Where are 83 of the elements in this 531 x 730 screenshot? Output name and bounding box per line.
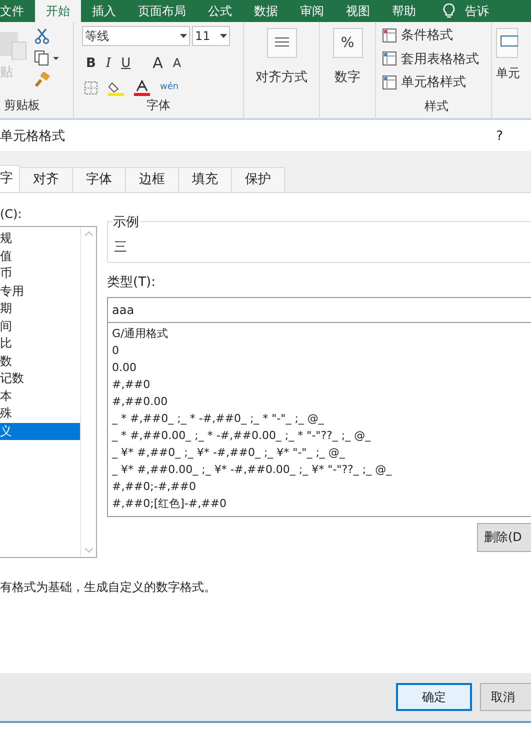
style-menu-button[interactable]: 单元格样式 [401,73,466,92]
cells-icon[interactable] [496,28,518,58]
number-button[interactable]: 数字 [334,68,360,88]
alignment-button[interactable]: 对齐方式 [256,68,308,88]
ribbon-tab[interactable]: 帮助 [381,0,427,22]
group-label: 剪贴板 [3,97,41,114]
category-item[interactable]: 专用 [0,282,80,300]
category-item[interactable]: 义 [0,422,80,440]
ribbon-tab[interactable]: 公式 [197,0,243,22]
dropdown-caret-icon[interactable] [180,34,187,38]
fill-color-icon[interactable] [108,80,124,96]
alignment-icon[interactable] [266,28,296,58]
format-item[interactable]: 0.00 [112,358,531,376]
dialog-tab[interactable]: 对齐 [20,167,73,192]
dialog-tab[interactable]: 保护 [232,167,285,192]
font-color-icon[interactable] [134,80,150,96]
format-item[interactable]: #,##0 [112,376,531,392]
category-item[interactable]: 规 [0,230,80,248]
category-list[interactable]: 规 值 币 专用 期 间 比 数 记数 本 殊 义 [0,226,97,558]
group-label: 样式 [424,98,450,114]
category-item[interactable]: 数 [0,352,80,370]
category-item[interactable]: 期 [0,300,80,318]
ribbon-tab[interactable]: 开始 [35,0,81,22]
format-painter-icon[interactable] [34,72,50,88]
ribbon-tab[interactable]: 文件 [0,0,35,22]
format-item[interactable]: _ * #,##0_ ;_ * -#,##0_ ;_ * "-"_ ;_ @_ [112,410,531,426]
format-item[interactable]: G/通用格式 [112,324,531,342]
style-menu-button[interactable]: 条件格式 [401,26,453,46]
shrink-font-button[interactable]: A [172,54,182,72]
ribbon-tab[interactable]: 视图 [335,0,381,22]
category-item[interactable]: 值 [0,248,80,265]
format-item[interactable]: 0 [112,342,531,358]
category-item[interactable]: 殊 [0,405,80,422]
format-item[interactable]: _ ¥* #,##0.00_ ;_ ¥* -#,##0.00_ ;_ ¥* "-"??_ ;_ @_ [112,460,531,478]
cancel-button[interactable]: 取消 [480,683,531,711]
category-label: (C): [0,206,23,223]
table-style-icon [382,74,398,91]
dropdown-caret-icon[interactable] [220,34,227,38]
font-size-field[interactable]: 11 [192,26,230,46]
table-style-icon [382,28,398,44]
grow-font-button[interactable]: A [152,52,163,74]
font-name-field[interactable]: 等线 [82,26,190,46]
lightbulb-icon [443,3,455,19]
ribbon-tab[interactable]: 数据 [243,0,289,22]
ribbon-tab[interactable]: 审阅 [289,0,335,22]
sample-value: 三 [114,239,127,257]
ribbon-tab[interactable]: 页面布局 [127,0,197,22]
format-item[interactable]: _ ¥* #,##0_ ;_ ¥* -#,##0_ ;_ ¥* "-"_ ;_ @_ [112,444,531,460]
dialog-tab[interactable]: 边框 [126,167,179,192]
format-item[interactable]: #,##0.00 [112,392,531,410]
dialog-tab[interactable]: 字 [0,165,20,192]
format-item[interactable]: _ * #,##0.00_ ;_ * -#,##0.00_ ;_ * "-"??_ ;_ @_ [112,426,531,444]
style-menu-button[interactable]: 套用表格格式 [401,50,479,69]
delete-button[interactable]: 删除(D [477,522,531,552]
dialog-title: 单元格格式 [0,128,65,146]
category-item[interactable]: 本 [0,388,80,405]
format-list[interactable] [107,322,531,516]
help-button[interactable]: ? [496,127,503,147]
type-field[interactable]: aaa [107,296,531,322]
ok-button[interactable]: 确定 [396,683,472,711]
tell-me-search[interactable]: 告诉 [465,0,489,22]
dialog-tab[interactable]: 填充 [179,167,232,192]
copy-icon[interactable] [34,50,60,66]
group-label: 字体 [146,97,172,114]
description-text: 有格式为基础，生成自定义的数字格式。 [0,579,217,596]
percent-button[interactable]: % [332,28,362,58]
format-item[interactable]: #,##0;[红色]-#,##0 [112,494,531,512]
category-item[interactable]: 间 [0,318,80,335]
scissors-icon[interactable] [34,28,50,44]
category-item[interactable]: 比 [0,335,80,352]
ribbon-tab[interactable]: 插入 [81,0,127,22]
cells-button[interactable]: 单元 [496,64,520,82]
dialog-tab[interactable]: 字体 [73,167,126,192]
type-label: 类型(T): [107,274,156,292]
bold-button[interactable]: B [86,54,96,73]
category-item[interactable]: 币 [0,265,80,282]
category-item[interactable]: 记数 [0,370,80,388]
underline-button[interactable]: U [121,54,131,73]
phonetic-button[interactable]: wén [160,80,179,94]
table-style-icon [382,51,398,68]
format-item[interactable]: #,##0;-#,##0 [112,478,531,494]
borders-icon[interactable] [84,80,98,94]
italic-button[interactable]: I [106,54,112,73]
